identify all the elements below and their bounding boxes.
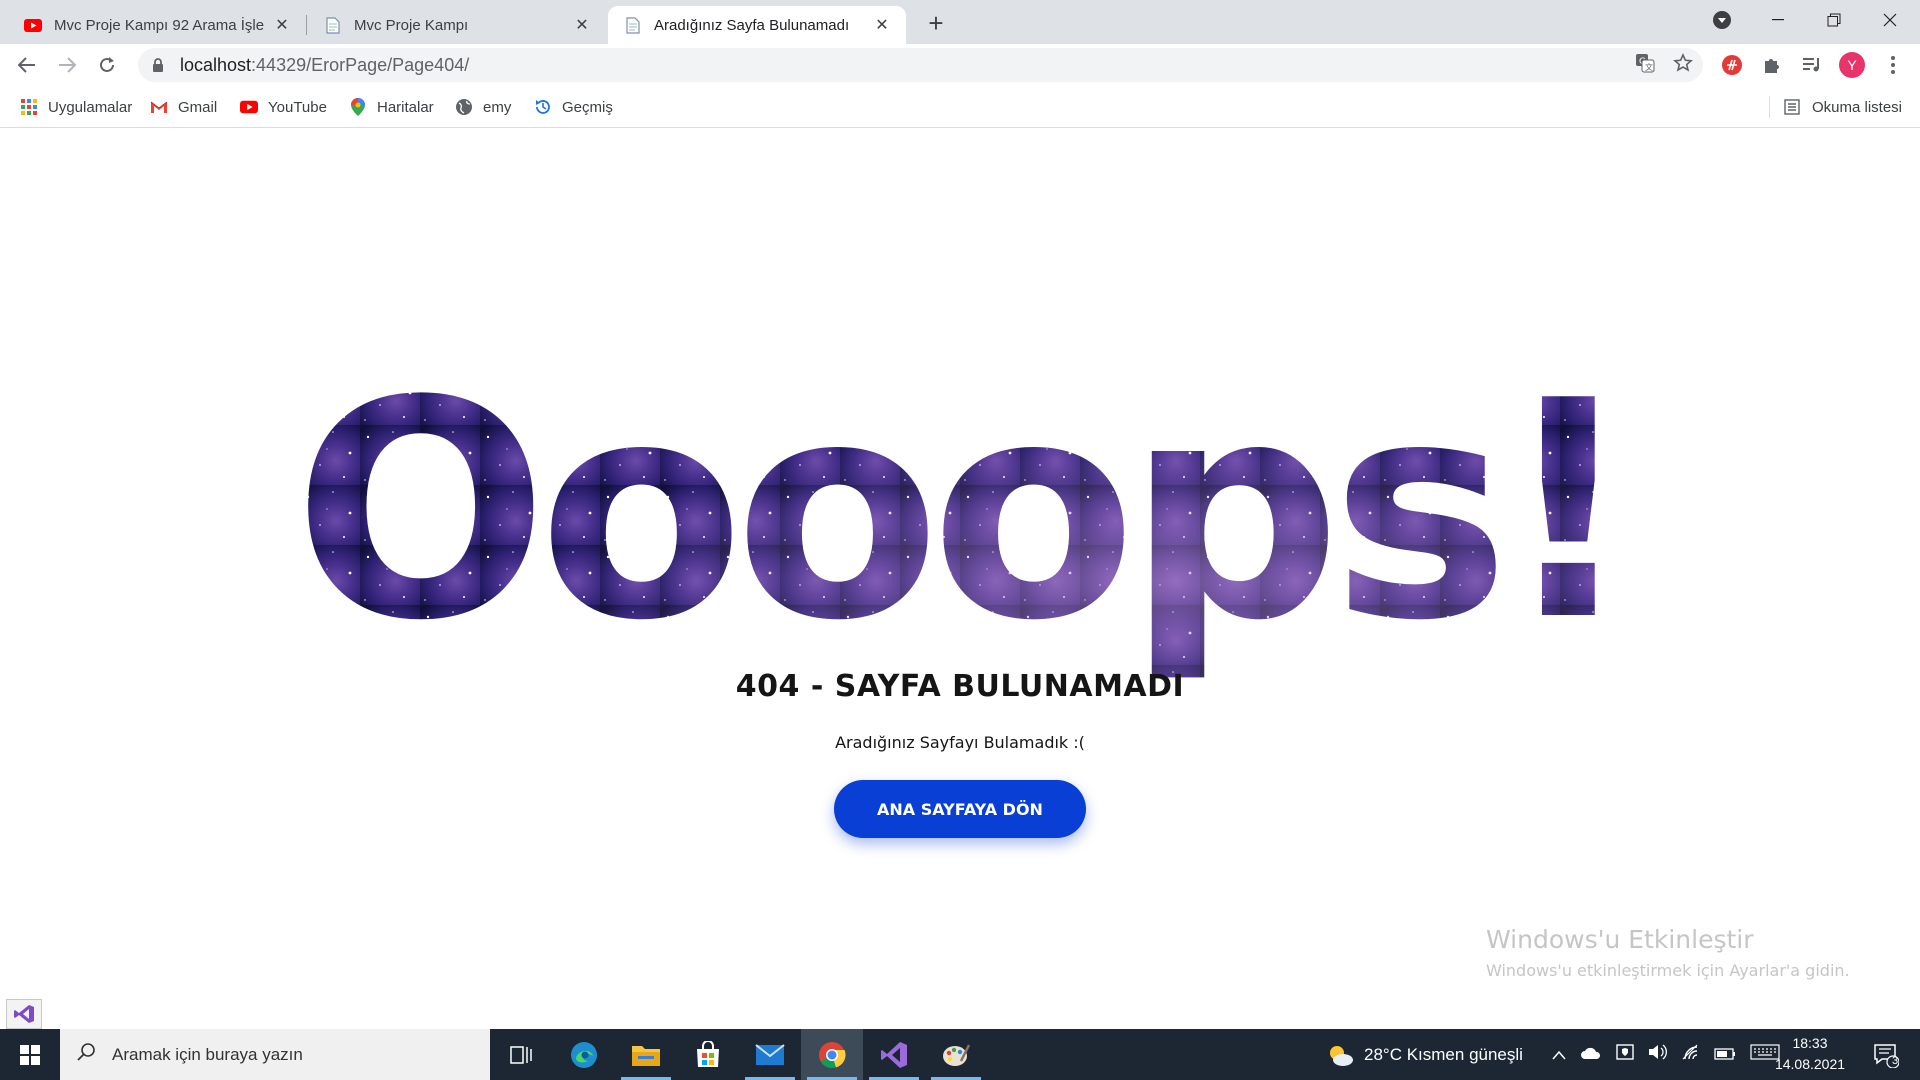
back-button[interactable] [12,50,42,80]
bookmark-label: YouTube [268,98,327,116]
bookmark-label: Haritalar [377,98,434,116]
tab-active-404[interactable]: Aradığınız Sayfa Bulunamadı ✕ [608,6,906,44]
home-button[interactable]: ANA SAYFAYA DÖN [834,780,1086,838]
youtube-icon [240,98,258,116]
partly-sunny-icon [1326,1043,1354,1067]
url-host: localhost [180,54,252,75]
bookmark-apps[interactable]: Uygulamalar [20,96,132,118]
divider [1768,96,1770,118]
media-queue-icon[interactable] [1799,52,1825,78]
clock-date: 14.08.2021 [1774,1056,1846,1072]
reading-list-label: Okuma listesi [1811,98,1902,116]
tab-title: Mvc Proje Kampı 92 Arama İşlemi [54,16,264,34]
avatar: Y [1839,52,1865,78]
gmail-icon [150,98,168,116]
taskbar-search-input[interactable]: Aramak için buraya yazın [60,1029,490,1080]
tab-youtube-video[interactable]: Mvc Proje Kampı 92 Arama İşlemi ✕ [8,6,307,44]
edge-app-icon[interactable] [553,1029,615,1080]
visual-studio-app-icon[interactable] [863,1029,925,1080]
url-path: :44329/ErorPage/Page404/ [251,54,470,75]
start-button[interactable] [0,1029,60,1080]
paint-app-icon[interactable] [925,1029,987,1080]
chrome-menu-button[interactable] [1880,52,1906,78]
weather-text: 28°C Kısmen güneşli [1364,1044,1523,1064]
activation-watermark-title: Windows'u Etkinleştir [1486,925,1754,954]
bookmark-label: Gmail [178,98,218,116]
bookmark-history[interactable]: Geçmiş [534,96,613,118]
taskbar-clock[interactable]: 18:33 14.08.2021 [1765,1033,1855,1075]
bookmark-youtube[interactable]: YouTube [240,96,327,118]
bookmark-label: Uygulamalar [48,98,133,116]
history-icon [534,98,552,116]
battery-icon[interactable] [1714,1045,1736,1065]
close-icon[interactable]: ✕ [572,15,592,35]
bookmark-label: Geçmiş [562,98,613,116]
extension-red-icon[interactable] [1719,52,1745,78]
search-placeholder: Aramak için buraya yazın [112,1044,303,1064]
globe-icon [455,98,473,116]
tab-mvc-proje[interactable]: Mvc Proje Kampı ✕ [308,6,606,44]
bookmark-emy[interactable]: emy [455,96,511,118]
chevron-up-icon[interactable] [1552,1045,1566,1065]
windows-taskbar: Aramak için buraya yazın 28°C Kısmen gün… [0,1029,1920,1080]
apps-grid-icon [20,98,38,116]
lock-icon[interactable] [150,57,166,73]
address-bar[interactable]: localhost:44329/ErorPage/Page404/ G文 [138,48,1703,82]
new-tab-button[interactable]: + [922,8,950,38]
url-text[interactable]: localhost:44329/ErorPage/Page404/ [180,55,469,76]
wifi-icon[interactable] [1682,1044,1700,1065]
extensions-puzzle-icon[interactable] [1759,52,1785,78]
error-title: 404 - SAYFA BULUNAMADI [735,669,1185,704]
search-icon [76,1042,96,1067]
error-subtitle: Aradığınız Sayfayı Bulamadık :( [835,733,1085,752]
translate-icon[interactable]: G文 [1635,53,1655,78]
bookmarks-bar: Uygulamalar Gmail YouTube Haritalar emy … [0,86,1920,128]
file-explorer-app-icon[interactable] [615,1029,677,1080]
task-view-button[interactable] [490,1029,552,1080]
page-content: Oooops! Oooops! 404 - SAYFA BULUNAMADI A… [0,129,1920,1029]
bookmark-maps[interactable]: Haritalar [349,96,434,118]
restore-button[interactable] [1806,0,1862,40]
page-icon [324,16,342,34]
notification-center-button[interactable]: 3 [1862,1029,1910,1080]
forward-button[interactable] [52,50,82,80]
page-icon [624,16,642,34]
chrome-app-icon[interactable] [801,1029,863,1080]
notification-count-badge: 3 [1892,1055,1899,1067]
tab-search-button[interactable] [1694,0,1750,40]
close-icon[interactable]: ✕ [272,15,292,35]
oops-nebula-overlay: Oooops! [300,365,1620,686]
oops-hero-text: Oooops! Oooops! [300,365,1620,686]
clock-time: 18:33 [1792,1035,1828,1051]
reading-list-icon [1784,98,1802,116]
browser-toolbar: localhost:44329/ErorPage/Page404/ G文 Y [0,44,1920,86]
youtube-icon [24,16,42,34]
weather-widget[interactable]: 28°C Kısmen güneşli [1326,1029,1523,1080]
volume-icon[interactable] [1648,1043,1668,1066]
close-window-button[interactable] [1862,0,1918,40]
bookmark-label: emy [483,98,512,116]
reading-list[interactable]: Okuma listesi [1768,96,1902,118]
profile-avatar[interactable]: Y [1839,52,1865,78]
reload-button[interactable] [92,50,122,80]
tab-title: Aradığınız Sayfa Bulunamadı [654,16,850,34]
activation-watermark-text: Windows'u etkinleştirmek için Ayarlar'a … [1486,961,1850,980]
maps-pin-icon [349,98,367,116]
mail-app-icon[interactable] [739,1029,801,1080]
svg-text:文: 文 [1645,62,1653,72]
visual-studio-mini-icon[interactable] [6,999,42,1029]
tab-title: Mvc Proje Kampı [354,16,469,34]
store-app-icon[interactable] [677,1029,739,1080]
minimize-button[interactable] [1750,0,1806,40]
tab-separator [306,15,307,35]
onedrive-cloud-icon[interactable] [1580,1045,1602,1065]
bookmark-gmail[interactable]: Gmail [150,96,217,118]
defender-icon[interactable] [1616,1043,1634,1066]
tab-strip: Mvc Proje Kampı 92 Arama İşlemi ✕ Mvc Pr… [0,0,1920,44]
system-tray [1552,1029,1780,1080]
bookmark-star-icon[interactable] [1673,52,1693,78]
close-icon[interactable]: ✕ [872,15,892,35]
